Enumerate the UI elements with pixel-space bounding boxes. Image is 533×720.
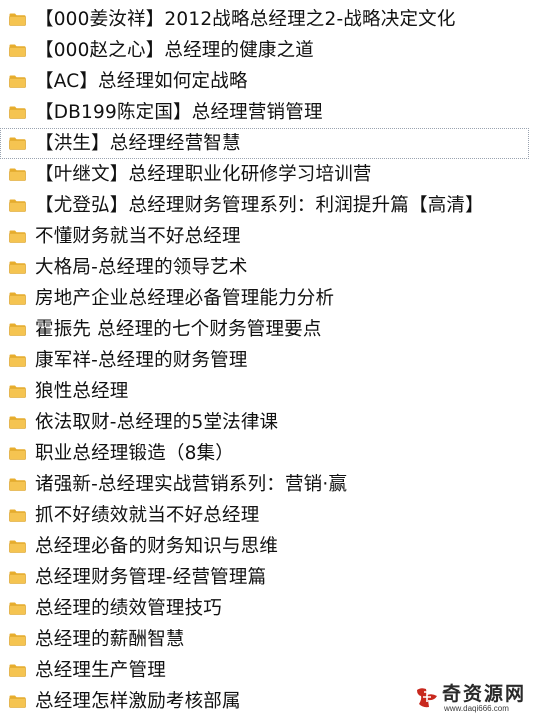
folder-list: 【000姜汝祥】2012战略总经理之2-战略决定文化 【000赵之心】总经理的健康… [0, 4, 533, 717]
folder-row[interactable]: 霍振先 总经理的七个财务管理要点 [0, 314, 533, 345]
watermark-url: www.daqi666.com [444, 704, 509, 713]
folder-row[interactable]: 【尤登弘】总经理财务管理系列：利润提升篇【高清】 [0, 190, 533, 221]
folder-row[interactable]: 【AC】总经理如何定战略 [0, 66, 533, 97]
folder-label: 依法取财-总经理的5堂法律课 [35, 412, 279, 433]
folder-label: 总经理的薪酬智慧 [35, 629, 185, 650]
folder-label: 康军祥-总经理的财务管理 [35, 350, 248, 371]
folder-label: 总经理财务管理-经营管理篇 [35, 567, 267, 588]
folder-icon [9, 540, 26, 553]
watermark: 奇资源网 www.daqi666.com [415, 684, 527, 714]
folder-icon [9, 385, 26, 398]
folder-label: 【叶继文】总经理职业化研修学习培训营 [35, 164, 372, 185]
folder-icon [9, 695, 26, 708]
folder-row[interactable]: 抓不好绩效就当不好总经理 [0, 500, 533, 531]
folder-label: 诸强新-总经理实战营销系列：营销·赢 [35, 474, 348, 495]
folder-row[interactable]: 总经理的绩效管理技巧 [0, 593, 533, 624]
folder-row[interactable]: 【洪生】总经理经营智慧 [0, 128, 529, 159]
folder-icon [9, 354, 26, 367]
folder-label: 大格局-总经理的领导艺术 [35, 257, 248, 278]
folder-label: 房地产企业总经理必备管理能力分析 [35, 288, 335, 309]
watermark-title: 奇资源网 [442, 683, 527, 705]
folder-row[interactable]: 狼性总经理 [0, 376, 533, 407]
folder-row[interactable]: 总经理必备的财务知识与思维 [0, 531, 533, 562]
folder-row[interactable]: 康军祥-总经理的财务管理 [0, 345, 533, 376]
folder-label: 总经理的绩效管理技巧 [35, 598, 223, 619]
folder-label: 狼性总经理 [35, 381, 129, 402]
folder-icon [9, 230, 26, 243]
folder-row[interactable]: 总经理财务管理-经营管理篇 [0, 562, 533, 593]
folder-label: 总经理怎样激励考核部属 [35, 691, 241, 712]
folder-label: 【AC】总经理如何定战略 [35, 71, 248, 92]
folder-icon [9, 168, 26, 181]
folder-row[interactable]: 大格局-总经理的领导艺术 [0, 252, 533, 283]
folder-row[interactable]: 不懂财务就当不好总经理 [0, 221, 533, 252]
folder-icon [9, 478, 26, 491]
folder-row[interactable]: 诸强新-总经理实战营销系列：营销·赢 [0, 469, 533, 500]
folder-label: 【洪生】总经理经营智慧 [35, 133, 241, 154]
folder-label: 【000姜汝祥】2012战略总经理之2-战略决定文化 [35, 9, 456, 30]
folder-icon [9, 292, 26, 305]
folder-icon [9, 13, 26, 26]
folder-label: 抓不好绩效就当不好总经理 [35, 505, 260, 526]
folder-icon [9, 137, 26, 150]
folder-row[interactable]: 总经理生产管理 [0, 655, 533, 686]
folder-row[interactable]: 【000赵之心】总经理的健康之道 [0, 35, 533, 66]
folder-label: 职业总经理锻造（8集） [35, 443, 234, 464]
folder-label: 不懂财务就当不好总经理 [35, 226, 241, 247]
folder-row[interactable]: 房地产企业总经理必备管理能力分析 [0, 283, 533, 314]
folder-icon [9, 664, 26, 677]
folder-icon [9, 75, 26, 88]
folder-icon [9, 447, 26, 460]
folder-icon [9, 633, 26, 646]
folder-label: 霍振先 总经理的七个财务管理要点 [35, 319, 322, 340]
folder-icon [9, 571, 26, 584]
folder-label: 【DB199陈定国】总经理营销管理 [35, 102, 323, 123]
folder-icon [9, 602, 26, 615]
folder-row[interactable]: 职业总经理锻造（8集） [0, 438, 533, 469]
watermark-logo-icon [415, 685, 439, 709]
folder-icon [9, 509, 26, 522]
folder-label: 【尤登弘】总经理财务管理系列：利润提升篇【高清】 [35, 195, 484, 216]
folder-row[interactable]: 依法取财-总经理的5堂法律课 [0, 407, 533, 438]
folder-icon [9, 323, 26, 336]
folder-icon [9, 416, 26, 429]
folder-icon [9, 106, 26, 119]
folder-row[interactable]: 【叶继文】总经理职业化研修学习培训营 [0, 159, 533, 190]
folder-label: 【000赵之心】总经理的健康之道 [35, 40, 315, 61]
folder-label: 总经理必备的财务知识与思维 [35, 536, 279, 557]
folder-row[interactable]: 总经理的薪酬智慧 [0, 624, 533, 655]
folder-label: 总经理生产管理 [35, 660, 166, 681]
folder-icon [9, 261, 26, 274]
folder-row[interactable]: 【000姜汝祥】2012战略总经理之2-战略决定文化 [0, 4, 533, 35]
folder-icon [9, 44, 26, 57]
folder-row[interactable]: 【DB199陈定国】总经理营销管理 [0, 97, 533, 128]
folder-icon [9, 199, 26, 212]
